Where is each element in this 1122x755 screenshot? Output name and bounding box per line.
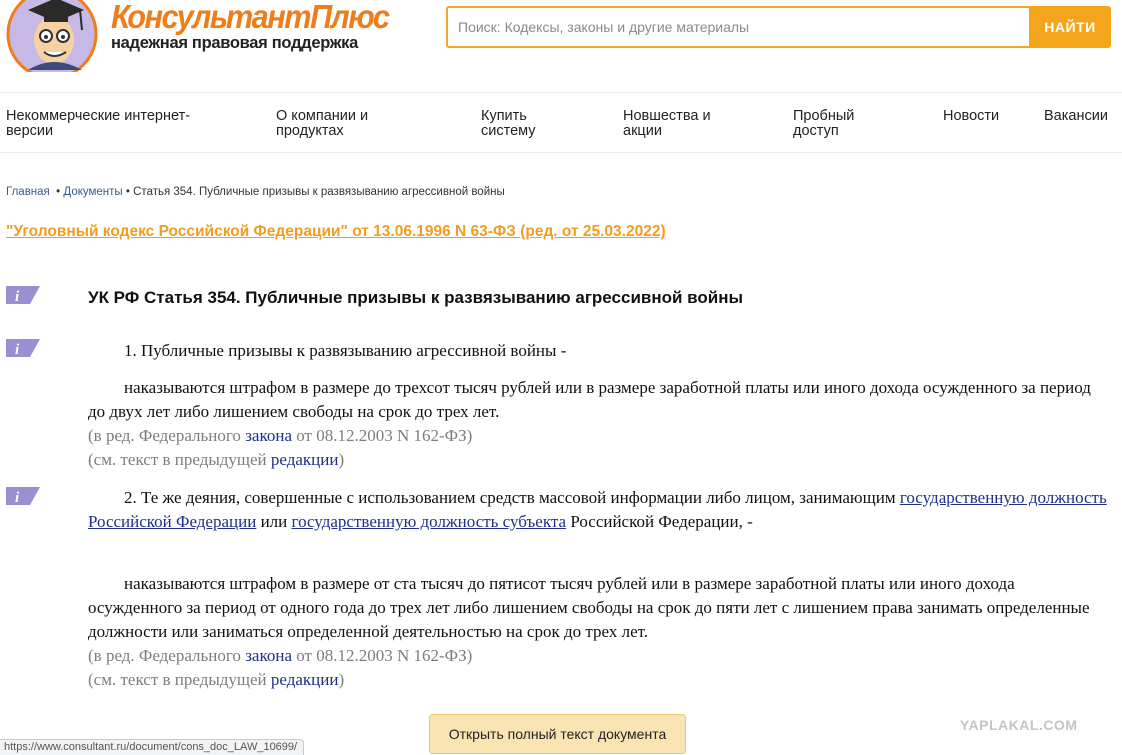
nav-item-label: Вакансии xyxy=(1044,108,1108,124)
previous-edition-text: (см. текст в предыдущей xyxy=(88,450,271,469)
breadcrumb-documents-link[interactable]: Документы xyxy=(63,186,122,198)
nav-item-trial[interactable]: Пробный доступ xyxy=(793,109,854,138)
article-title: УК РФ Статья 354. Публичные призывы к ра… xyxy=(88,288,744,307)
nav-item-label: продуктах xyxy=(276,122,344,139)
article-part-2-text: 2. Те же деяния, совершенные с использов… xyxy=(124,488,900,507)
search-button[interactable]: НАЙТИ xyxy=(1029,6,1111,48)
law-link[interactable]: закона xyxy=(245,646,292,665)
logo[interactable]: КонсультантПлюс надежная правовая поддер… xyxy=(111,0,409,52)
nav-item-label: Новости xyxy=(943,108,1000,124)
previous-edition-link[interactable]: редакции xyxy=(271,670,339,689)
watermark: YAPLAKAL.COM xyxy=(960,717,1078,733)
logo-mascot-icon[interactable] xyxy=(6,0,98,72)
status-bar-url: https://www.consultant.ru/document/cons_… xyxy=(0,739,305,755)
edition-note-text: (в ред. Федерального xyxy=(88,646,246,665)
previous-edition-text: ) xyxy=(338,450,345,469)
edition-note-text: от 08.12.2003 N 162-ФЗ) xyxy=(292,646,473,665)
previous-edition-text: ) xyxy=(338,670,345,689)
article-part-2-sanction: наказываются штрафом в размере от ста ты… xyxy=(88,574,1090,641)
info-icon[interactable]: i xyxy=(6,285,40,305)
nav-item-label: акции xyxy=(623,122,662,139)
nav-item-news[interactable]: Новости xyxy=(943,109,999,124)
subject-position-link[interactable]: государственную должность субъекта xyxy=(292,512,567,531)
open-full-text-button[interactable]: Открыть полный текст документа xyxy=(429,714,686,754)
breadcrumb-current: Статья 354. Публичные призывы к развязыв… xyxy=(133,186,505,198)
previous-edition-note: (см. текст в предыдущей редакции) xyxy=(88,668,1112,692)
breadcrumb-separator: • xyxy=(125,186,130,198)
logo-subtitle: надежная правовая поддержка xyxy=(111,34,359,52)
nav-divider xyxy=(0,152,1122,153)
search-input[interactable] xyxy=(446,6,1029,48)
article-part-2-text: или xyxy=(256,512,292,531)
previous-edition-text: (см. текст в предыдущей xyxy=(88,670,271,689)
breadcrumb: Главная • Документы • Статья 354. Публич… xyxy=(6,186,505,198)
breadcrumb-home-link[interactable]: Главная xyxy=(6,186,50,198)
article-part-1: 1. Публичные призывы к развязыванию агре… xyxy=(124,341,567,360)
header-divider xyxy=(0,92,1122,93)
nav-item-noncommercial[interactable]: Некоммерческие интернет- версии xyxy=(6,109,190,138)
edition-note: (в ред. Федерального закона от 08.12.200… xyxy=(88,644,1112,668)
nav-item-label: доступ xyxy=(793,122,839,139)
previous-edition-link[interactable]: редакции xyxy=(271,450,339,469)
edition-note-text: от 08.12.2003 N 162-ФЗ) xyxy=(292,426,473,445)
edition-note: (в ред. Федерального закона от 08.12.200… xyxy=(88,424,1112,448)
nav-item-news-promos[interactable]: Новшества и акции xyxy=(623,109,711,138)
nav-item-vacancies[interactable]: Вакансии xyxy=(1044,109,1108,124)
nav-item-label: систему xyxy=(481,122,536,139)
law-link[interactable]: закона xyxy=(245,426,292,445)
nav-item-label: версии xyxy=(6,122,54,139)
article-part-2-text: Российской Федерации, - xyxy=(566,512,753,531)
article-part-2: 2. Те же деяния, совершенные с использов… xyxy=(88,486,1112,534)
article-part-1-sanction: наказываются штрафом в размере до трехсо… xyxy=(88,378,1091,421)
info-icon[interactable]: i xyxy=(6,338,40,358)
logo-title: КонсультантПлюс xyxy=(111,0,390,35)
nav-item-buy[interactable]: Купить систему xyxy=(481,109,536,138)
info-icon[interactable]: i xyxy=(6,486,40,506)
previous-edition-note: (см. текст в предыдущей редакции) xyxy=(88,448,1112,472)
edition-note-text: (в ред. Федерального xyxy=(88,426,246,445)
document-title-link[interactable]: "Уголовный кодекс Российской Федерации" … xyxy=(6,223,666,241)
nav-item-about[interactable]: О компании и продуктах xyxy=(276,109,368,138)
breadcrumb-separator: • xyxy=(56,186,61,198)
